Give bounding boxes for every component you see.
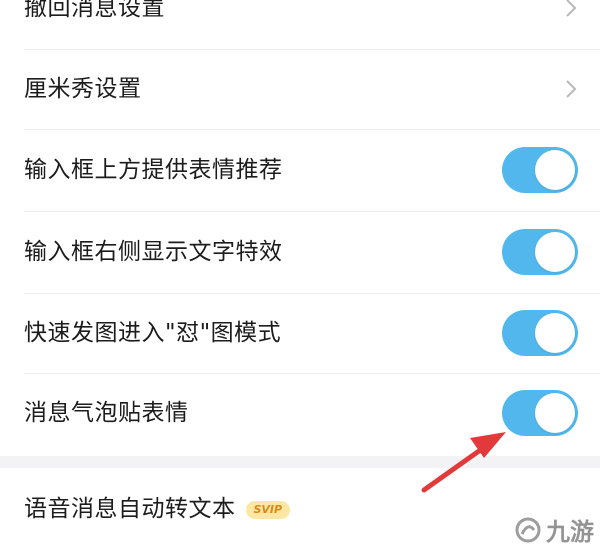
watermark-text: 九游 (546, 518, 594, 546)
watermark-logo: 九游 (514, 512, 594, 547)
logo-icon (515, 517, 541, 542)
annotation-arrow-icon (421, 432, 506, 493)
